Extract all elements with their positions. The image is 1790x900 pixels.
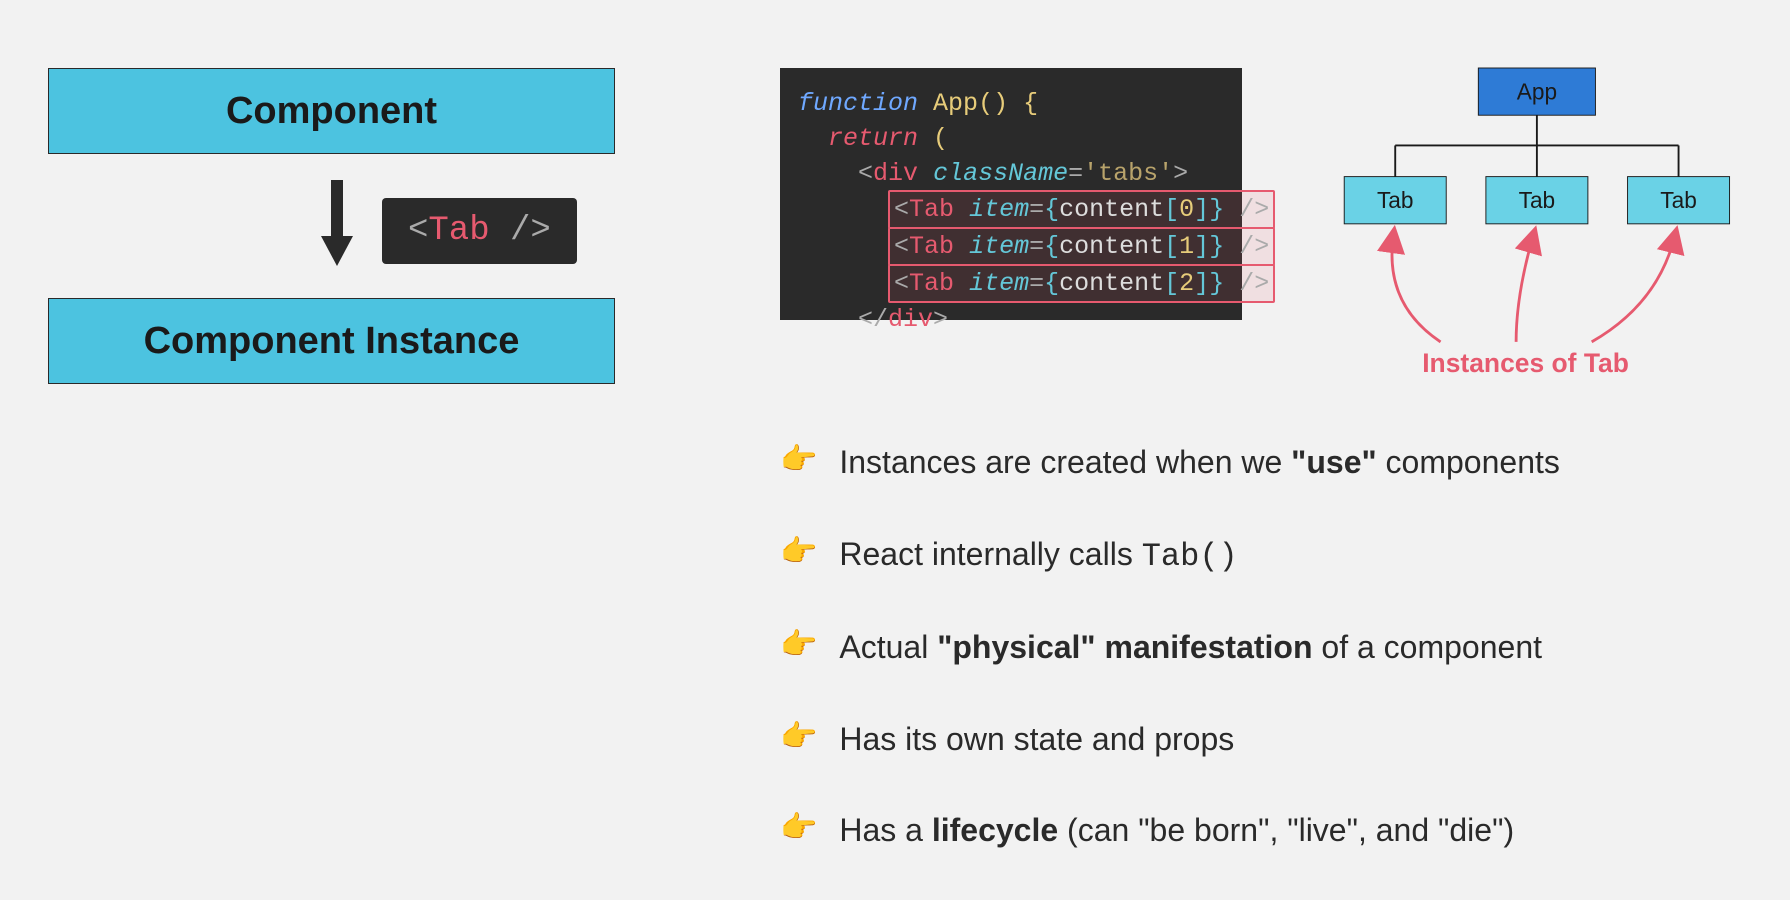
component-instance-box: Component Instance: [48, 298, 615, 384]
bullet-item-2: 👉 Actual "physical" manifestation of a c…: [780, 627, 1730, 669]
bullet-item-3: 👉 Has its own state and props: [780, 719, 1730, 761]
tab-chip-name: Tab: [428, 212, 489, 250]
code-block: function App() { return ( <div className…: [780, 68, 1242, 320]
bullet-item-1: 👉 React internally calls Tab(): [780, 534, 1730, 578]
tree-node-app-label: App: [1517, 78, 1557, 104]
bullet-list: 👉 Instances are created when we "use" co…: [780, 442, 1730, 900]
point-right-icon: 👉: [780, 627, 817, 663]
tab-instance-line-1: <Tab item={content[1]} />: [888, 227, 1275, 266]
tab-chip-open: <: [408, 212, 428, 250]
tree-node-tab-2-label: Tab: [1660, 187, 1697, 213]
point-right-icon: 👉: [780, 719, 817, 755]
component-tree: App Tab Tab Tab Instances of Tab: [1325, 68, 1745, 408]
arrow-instance-0: [1392, 236, 1441, 342]
tab-chip: <Tab />: [382, 198, 577, 264]
bullet-item-0: 👉 Instances are created when we "use" co…: [780, 442, 1730, 484]
arrow-down-icon: [315, 178, 359, 268]
tab-instance-line-2: <Tab item={content[2]} />: [888, 264, 1275, 303]
point-right-icon: 👉: [780, 810, 817, 846]
component-box: Component: [48, 68, 615, 154]
tab-chip-close: />: [490, 212, 551, 250]
component-instance-label: Component Instance: [144, 320, 520, 363]
point-right-icon: 👉: [780, 534, 817, 570]
instances-caption: Instances of Tab: [1422, 348, 1629, 378]
arrow-instance-1: [1516, 236, 1533, 342]
point-right-icon: 👉: [780, 442, 817, 478]
tab-instance-line-0: <Tab item={content[0]} />: [888, 190, 1275, 229]
component-label: Component: [226, 90, 437, 133]
bullet-item-4: 👉 Has a lifecycle (can "be born", "live"…: [780, 810, 1730, 852]
arrow-instance-2: [1592, 236, 1675, 342]
tree-node-tab-1-label: Tab: [1519, 187, 1556, 213]
tree-node-tab-0-label: Tab: [1377, 187, 1414, 213]
